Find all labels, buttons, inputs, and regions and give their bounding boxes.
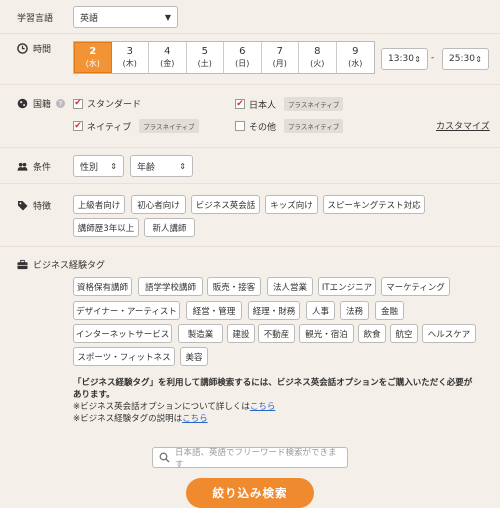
check-icon: ✔ — [73, 120, 83, 131]
tag-icon — [17, 200, 28, 211]
date-option[interactable]: 8 (火) — [299, 42, 337, 73]
help-icon[interactable]: ? — [56, 99, 66, 108]
gender-value: 性別 — [80, 162, 99, 173]
business-tag[interactable]: 経営・管理 — [186, 301, 242, 320]
age-value: 年齢 — [137, 162, 156, 173]
business-tag[interactable]: 資格保有講師 — [73, 277, 132, 296]
business-tag[interactable]: 美容 — [180, 347, 208, 366]
time-separator: - — [431, 53, 435, 63]
language-label: 学習言語 — [17, 14, 54, 24]
feature-tag[interactable]: キッズ向け — [265, 195, 318, 214]
date-option[interactable]: 9 (水) — [337, 42, 375, 73]
option-info: ※ビジネス英会話オプションについて詳しくはこちら — [73, 400, 275, 412]
business-tag[interactable]: 法務 — [340, 301, 369, 320]
checkbox-label: ネイティブ — [87, 122, 132, 133]
chevron-down-icon: ▼ — [164, 12, 171, 22]
users-icon — [17, 161, 28, 172]
feature-tag[interactable]: 新人講師 — [144, 218, 195, 237]
tag-info-text: ※ビジネス経験タグの説明は — [73, 414, 183, 424]
search-icon — [159, 452, 170, 463]
check-icon: ✔ — [73, 98, 83, 109]
business-tag[interactable]: 金融 — [375, 301, 404, 320]
business-tag[interactable]: 人事 — [306, 301, 335, 320]
business-tag[interactable]: 航空 — [390, 324, 418, 343]
updown-icon: ⇕ — [414, 54, 421, 64]
date-picker: 2 (水) 3 (木) 4 (金) 5 (土) 6 (日) 7 (月) 8 (火) 9 (水) — [73, 41, 375, 74]
divider — [0, 84, 500, 85]
globe-icon — [17, 98, 28, 109]
business-notice-cont: あります。 — [73, 390, 115, 400]
customize-link[interactable]: カスタマイズ — [436, 119, 490, 132]
option-info-link[interactable]: こちら — [250, 402, 276, 412]
divider — [0, 183, 500, 184]
updown-icon: ⇕ — [179, 161, 186, 171]
business-tag[interactable]: 飲食 — [358, 324, 386, 343]
language-value: 英語 — [80, 13, 99, 24]
divider — [0, 246, 500, 247]
nationality-native-checkbox[interactable]: ✔ ネイティブ プラスネイティブ — [73, 119, 199, 133]
business-tag[interactable]: ITエンジニア — [318, 277, 376, 296]
end-time-select[interactable]: 25:30 ⇕ — [442, 48, 489, 70]
filter-search-button[interactable]: 絞り込み検索 — [186, 478, 314, 508]
freeword-search-input[interactable]: 日本語、英語でフリーワード検索ができます — [152, 447, 348, 470]
business-tag[interactable]: 不動産 — [258, 324, 295, 343]
age-select[interactable]: 年齢 ⇕ — [130, 155, 193, 177]
date-option[interactable]: 2 (水) — [74, 42, 112, 73]
divider — [0, 147, 500, 148]
business-tag[interactable]: 観光・宿泊 — [299, 324, 354, 343]
feature-tag[interactable]: 講師歴3年以上 — [73, 218, 139, 237]
updown-icon: ⇕ — [475, 54, 482, 64]
feature-tag[interactable]: 上級者向け — [73, 195, 125, 214]
business-tag[interactable]: 建設 — [227, 324, 255, 343]
business-tag[interactable]: 語学学校講師 — [138, 277, 203, 296]
conditions-label: 条件 — [17, 160, 51, 173]
date-option[interactable]: 4 (金) — [149, 42, 187, 73]
nationality-standard-checkbox[interactable]: ✔ スタンダード — [73, 97, 141, 110]
start-time-value: 13:30 — [388, 54, 414, 64]
check-icon: ✔ — [235, 98, 245, 109]
updown-icon: ⇕ — [110, 161, 117, 171]
option-info-text: ※ビジネス英会話オプションについて詳しくは — [73, 402, 250, 412]
feature-tag[interactable]: スピーキングテスト対応 — [323, 195, 425, 214]
divider — [0, 33, 500, 34]
checkbox-label: 日本人 — [249, 100, 277, 111]
business-notice: 「ビジネス経験タグ」を利用して講師検索するには、ビジネス英会話オプションをご購入… — [73, 378, 473, 388]
features-label: 特徴 — [17, 199, 51, 212]
business-tag[interactable]: ヘルスケア — [422, 324, 476, 343]
briefcase-icon — [17, 259, 28, 270]
date-option[interactable]: 7 (月) — [262, 42, 299, 73]
business-tag[interactable]: 製造業 — [178, 324, 223, 343]
nationality-label: 国籍 ? — [17, 97, 66, 110]
date-option[interactable]: 6 (日) — [224, 42, 262, 73]
end-time-value: 25:30 — [449, 54, 475, 64]
feature-tag[interactable]: 初心者向け — [131, 195, 186, 214]
gender-select[interactable]: 性別 ⇕ — [73, 155, 124, 177]
feature-tag[interactable]: ビジネス英会話 — [191, 195, 260, 214]
plus-native-badge: プラスネイティブ — [139, 119, 199, 133]
date-option[interactable]: 5 (土) — [187, 42, 224, 73]
start-time-select[interactable]: 13:30 ⇕ — [381, 48, 428, 70]
checkbox-label: その他 — [249, 122, 277, 133]
plus-native-badge: プラスネイティブ — [284, 119, 344, 133]
business-tag[interactable]: マーケティング — [381, 277, 450, 296]
clock-icon — [17, 43, 28, 54]
tag-info: ※ビジネス経験タグの説明はこちら — [73, 412, 208, 424]
business-tags-label: ビジネス経験タグ — [17, 258, 105, 271]
time-label: 時間 — [17, 42, 51, 55]
plus-native-badge: プラスネイティブ — [284, 97, 344, 111]
business-tag[interactable]: デザイナー・アーティスト — [73, 301, 180, 320]
tag-info-link[interactable]: こちら — [182, 414, 208, 424]
business-tag[interactable]: 法人営業 — [267, 277, 313, 296]
date-option[interactable]: 3 (木) — [112, 42, 149, 73]
checkbox-label: スタンダード — [87, 100, 142, 110]
checkbox-box — [235, 121, 245, 131]
language-select[interactable]: 英語 ▼ — [73, 6, 178, 28]
business-tag[interactable]: スポーツ・フィットネス — [73, 347, 175, 366]
business-tag[interactable]: インターネットサービス — [73, 324, 172, 343]
nationality-other-checkbox[interactable]: その他 プラスネイティブ — [235, 119, 344, 133]
nationality-japanese-checkbox[interactable]: ✔ 日本人 プラスネイティブ — [235, 97, 344, 111]
business-tag[interactable]: 経理・財務 — [248, 301, 300, 320]
business-tag[interactable]: 販売・接客 — [207, 277, 261, 296]
search-placeholder: 日本語、英語でフリーワード検索ができます — [175, 447, 337, 470]
